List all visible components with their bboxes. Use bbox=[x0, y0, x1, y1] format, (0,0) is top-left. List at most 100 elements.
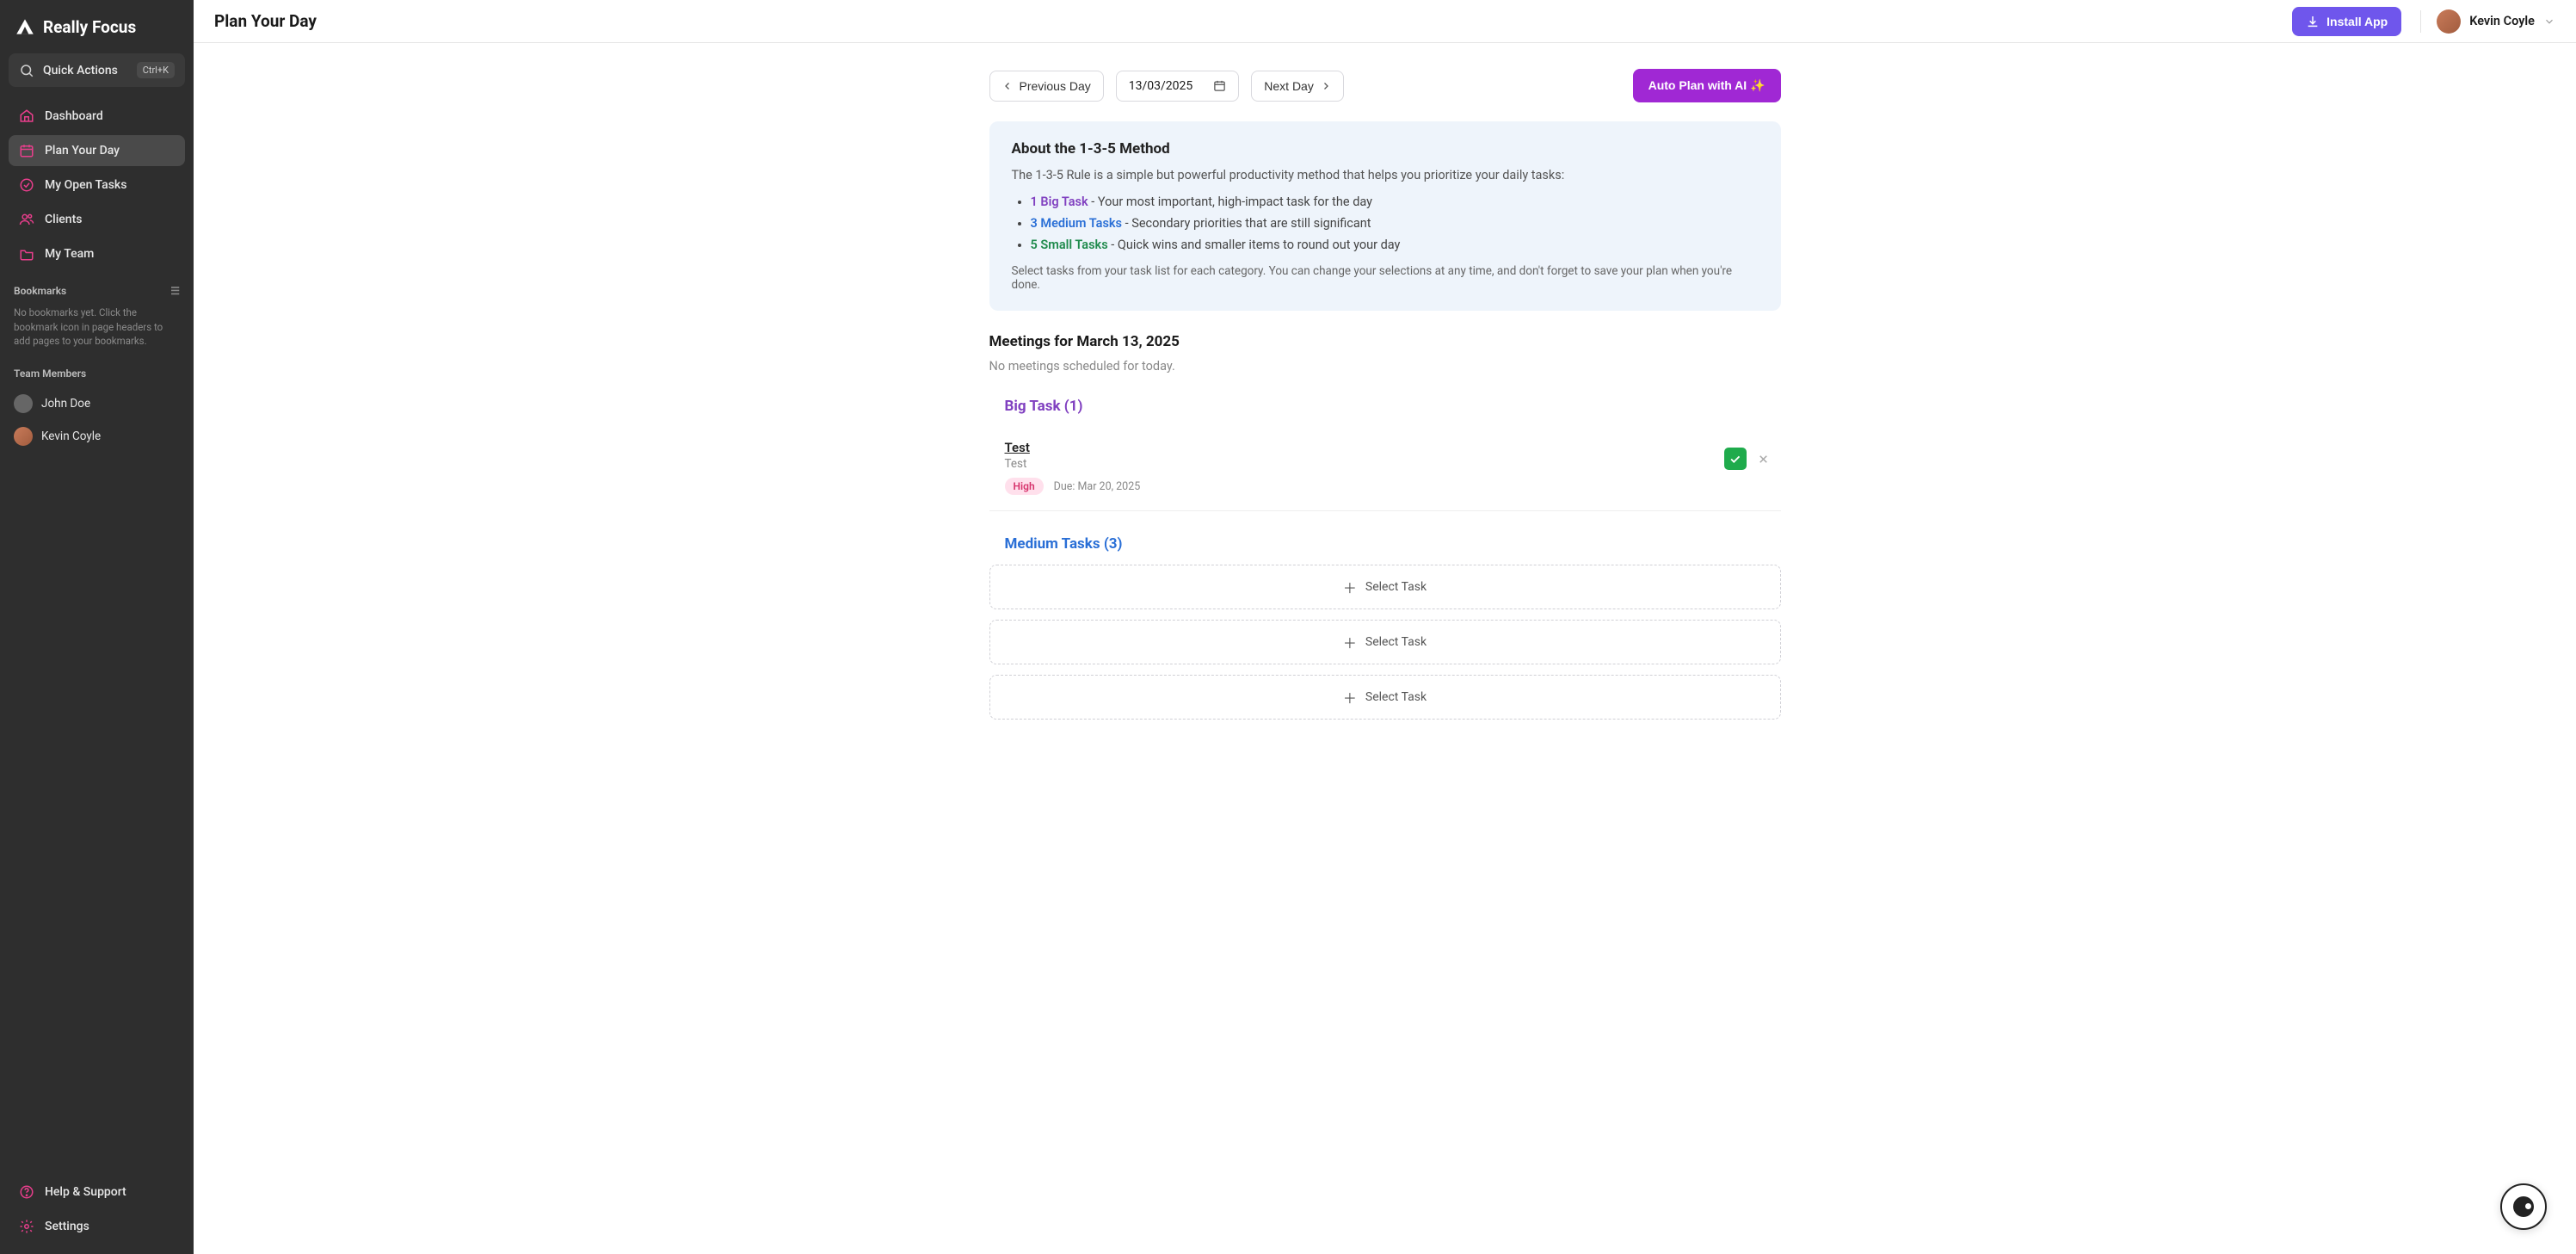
big-task-group: Big Task (1) Test Test High Due: Mar 20,… bbox=[989, 398, 1781, 511]
select-task-slot[interactable]: ＋ Select Task bbox=[989, 675, 1781, 720]
avatar bbox=[2437, 9, 2461, 34]
team-member-name: Kevin Coyle bbox=[41, 429, 101, 443]
select-task-label: Select Task bbox=[1365, 635, 1427, 649]
auto-plan-ai-button[interactable]: Auto Plan with AI ✨ bbox=[1633, 69, 1781, 102]
sidebar: Really Focus Quick Actions Ctrl+K Dashbo… bbox=[0, 0, 194, 1254]
team-member-name: John Doe bbox=[41, 397, 90, 411]
main-area: Plan Your Day Install App Kevin Coyle Pr… bbox=[194, 0, 2576, 1254]
nav-help-support[interactable]: Help & Support bbox=[9, 1177, 185, 1208]
topbar: Plan Your Day Install App Kevin Coyle bbox=[194, 0, 2576, 43]
select-task-label: Select Task bbox=[1365, 580, 1427, 594]
chevron-down-icon bbox=[2543, 15, 2555, 28]
select-task-slot[interactable]: ＋ Select Task bbox=[989, 620, 1781, 664]
medium-tasks-heading: Medium Tasks (3) bbox=[1005, 535, 1781, 553]
nav-plan-your-day[interactable]: Plan Your Day bbox=[9, 135, 185, 166]
download-icon bbox=[2306, 15, 2320, 28]
remove-task-button[interactable] bbox=[1755, 450, 1772, 467]
brand-name: Really Focus bbox=[43, 17, 136, 37]
meetings-empty: No meetings scheduled for today. bbox=[989, 359, 1781, 374]
info-title: About the 1-3-5 Method bbox=[1012, 140, 1759, 158]
floating-action-button[interactable] bbox=[2500, 1183, 2547, 1230]
date-value: 13/03/2025 bbox=[1129, 79, 1193, 93]
nav-label: Help & Support bbox=[45, 1185, 126, 1199]
bullet-rest: - Quick wins and smaller items to round … bbox=[1108, 238, 1401, 252]
team-member-item[interactable]: John Doe bbox=[9, 388, 185, 419]
plus-icon: ＋ bbox=[1343, 687, 1357, 707]
select-task-label: Select Task bbox=[1365, 690, 1427, 704]
bullet-rest: - Your most important, high-impact task … bbox=[1088, 195, 1372, 209]
bullet-rest: - Secondary priorities that are still si… bbox=[1122, 216, 1371, 231]
meetings-heading: Meetings for March 13, 2025 bbox=[989, 333, 1781, 350]
priority-badge: High bbox=[1005, 478, 1044, 495]
brand-logo[interactable]: Really Focus bbox=[9, 12, 185, 53]
medium-tasks-group: Medium Tasks (3) ＋ Select Task ＋ Select … bbox=[989, 535, 1781, 720]
team-member-item[interactable]: Kevin Coyle bbox=[9, 421, 185, 452]
record-icon bbox=[2513, 1196, 2534, 1217]
home-icon bbox=[19, 108, 34, 124]
auto-plan-ai-label: Auto Plan with AI ✨ bbox=[1649, 78, 1766, 92]
search-icon bbox=[19, 63, 34, 78]
primary-nav: Dashboard Plan Your Day My Open Tasks Cl… bbox=[9, 101, 185, 269]
bookmarks-empty-text: No bookmarks yet. Click the bookmark ico… bbox=[9, 302, 185, 352]
nav-label: Settings bbox=[45, 1220, 89, 1233]
date-picker[interactable]: 13/03/2025 bbox=[1116, 71, 1240, 102]
info-bullet-list: 1 Big Task - Your most important, high-i… bbox=[1012, 195, 1759, 252]
bookmarks-heading: Bookmarks ☰ bbox=[9, 269, 185, 302]
complete-task-button[interactable] bbox=[1724, 448, 1747, 470]
previous-day-button[interactable]: Previous Day bbox=[989, 71, 1104, 102]
next-day-button[interactable]: Next Day bbox=[1251, 71, 1344, 102]
previous-day-label: Previous Day bbox=[1020, 79, 1091, 93]
page-title: Plan Your Day bbox=[214, 11, 317, 31]
nav-label: Clients bbox=[45, 213, 82, 226]
method-info-box: About the 1-3-5 Method The 1-3-5 Rule is… bbox=[989, 121, 1781, 311]
plus-icon: ＋ bbox=[1343, 632, 1357, 652]
bookmarks-label: Bookmarks bbox=[14, 285, 66, 297]
bullet-strong: 1 Big Task bbox=[1031, 195, 1088, 209]
nav-clients[interactable]: Clients bbox=[9, 204, 185, 235]
avatar bbox=[14, 394, 33, 413]
menu-icon[interactable]: ☰ bbox=[170, 285, 180, 297]
chevron-left-icon bbox=[1002, 81, 1013, 91]
nav-dashboard[interactable]: Dashboard bbox=[9, 101, 185, 132]
quick-actions-shortcut: Ctrl+K bbox=[137, 62, 175, 78]
folder-icon bbox=[19, 246, 34, 262]
nav-label: My Team bbox=[45, 247, 94, 261]
help-icon bbox=[19, 1184, 34, 1200]
nav-label: Plan Your Day bbox=[45, 144, 120, 158]
calendar-icon bbox=[19, 143, 34, 158]
brand-logo-icon bbox=[14, 15, 36, 38]
info-bullet: 3 Medium Tasks - Secondary priorities th… bbox=[1031, 216, 1759, 231]
quick-actions-label: Quick Actions bbox=[43, 64, 128, 77]
task-subtitle: Test bbox=[1005, 457, 1712, 471]
install-app-label: Install App bbox=[2326, 15, 2388, 28]
install-app-button[interactable]: Install App bbox=[2292, 7, 2401, 36]
nav-my-team[interactable]: My Team bbox=[9, 238, 185, 269]
date-navigation: Previous Day 13/03/2025 Next Day Auto Pl… bbox=[989, 69, 1781, 102]
select-task-slot[interactable]: ＋ Select Task bbox=[989, 565, 1781, 609]
avatar bbox=[14, 427, 33, 446]
chevron-right-icon bbox=[1321, 81, 1331, 91]
calendar-icon bbox=[1213, 79, 1226, 92]
info-footer: Select tasks from your task list for eac… bbox=[1012, 264, 1759, 292]
team-members-heading: Team Members bbox=[9, 352, 185, 385]
bullet-strong: 5 Small Tasks bbox=[1031, 238, 1108, 252]
users-icon bbox=[19, 212, 34, 227]
user-menu[interactable]: Kevin Coyle bbox=[2437, 9, 2555, 34]
divider bbox=[2420, 10, 2421, 33]
quick-actions-button[interactable]: Quick Actions Ctrl+K bbox=[9, 53, 185, 87]
content-scroll[interactable]: Previous Day 13/03/2025 Next Day Auto Pl… bbox=[194, 43, 2576, 1254]
plus-icon: ＋ bbox=[1343, 577, 1357, 597]
nav-settings[interactable]: Settings bbox=[9, 1211, 185, 1242]
info-bullet: 1 Big Task - Your most important, high-i… bbox=[1031, 195, 1759, 209]
nav-label: Dashboard bbox=[45, 109, 103, 123]
bullet-strong: 3 Medium Tasks bbox=[1031, 216, 1123, 231]
task-card: Test Test High Due: Mar 20, 2025 bbox=[989, 427, 1781, 511]
check-circle-icon bbox=[19, 177, 34, 193]
team-members-label: Team Members bbox=[14, 368, 86, 380]
nav-my-open-tasks[interactable]: My Open Tasks bbox=[9, 170, 185, 201]
task-title-link[interactable]: Test bbox=[1005, 440, 1030, 455]
info-bullet: 5 Small Tasks - Quick wins and smaller i… bbox=[1031, 238, 1759, 252]
task-due-date: Due: Mar 20, 2025 bbox=[1054, 480, 1141, 493]
nav-label: My Open Tasks bbox=[45, 178, 126, 192]
team-members-list: John Doe Kevin Coyle bbox=[9, 388, 185, 452]
